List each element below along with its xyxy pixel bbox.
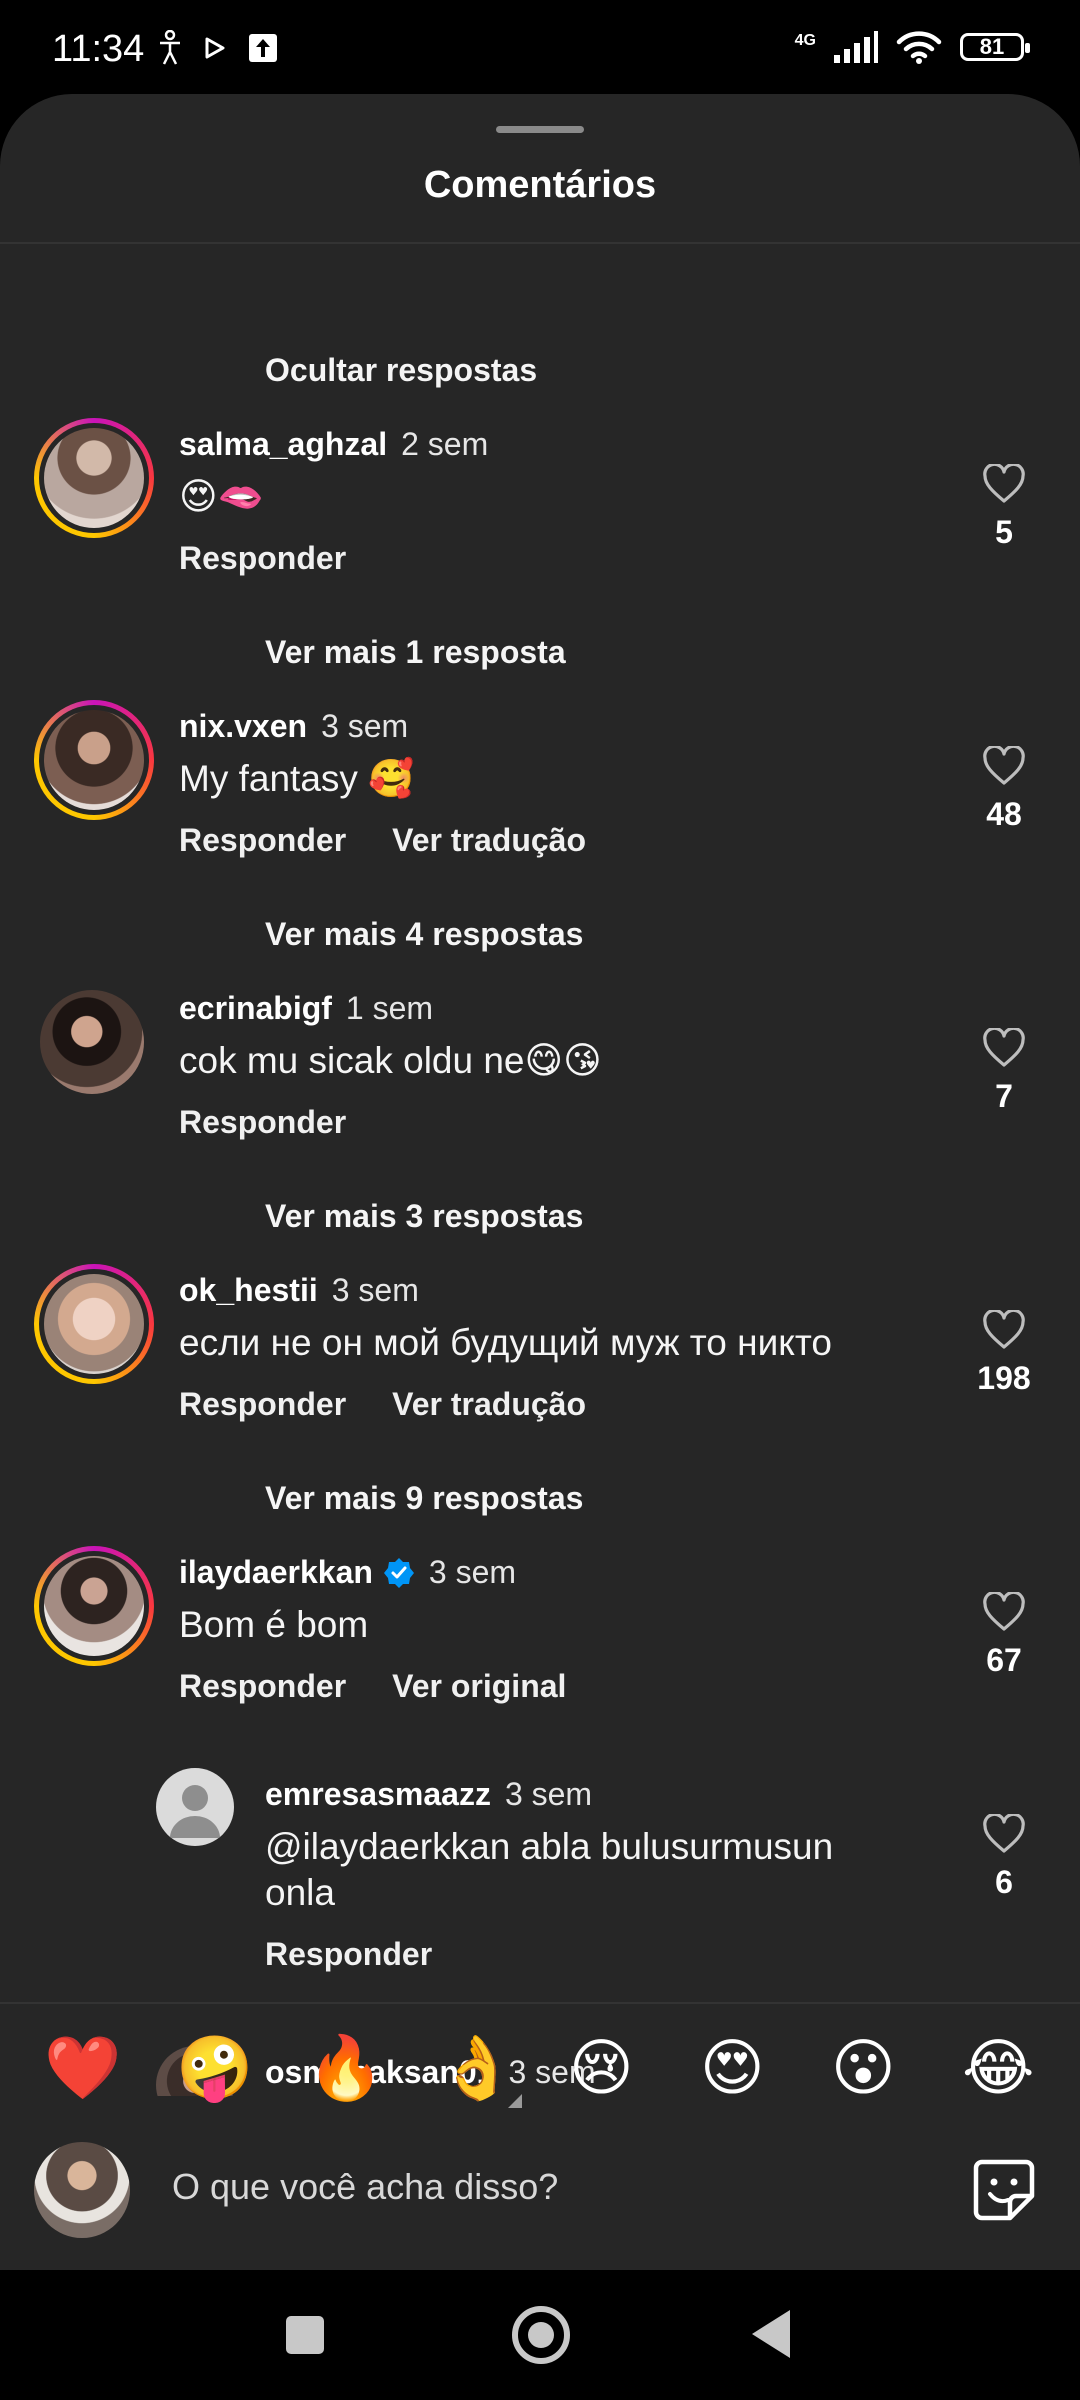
comment-actions: Responder Ver tradução [179,1386,586,1423]
reply-button[interactable]: Responder [179,822,346,859]
default-avatar-icon [170,1785,220,1838]
avatar[interactable] [34,418,154,538]
reaction-fire[interactable]: 🔥 [307,2034,384,2104]
comment-actions: Responder Ver tradução [179,822,586,859]
status-bar: 11:34 4G 81 [0,0,1080,96]
heart-icon [983,1814,1025,1853]
comment-time: 3 sem [504,1776,593,1812]
comment-text: My fantasy 🥰 [179,758,415,799]
sticker-icon[interactable] [972,2158,1036,2222]
reaction-heart-eyes[interactable]: 😍 [700,2034,765,2104]
like-count: 7 [995,1078,1013,1114]
comment-time: 3 sem [428,1554,517,1590]
signal-icon [834,31,878,63]
like-count: 6 [995,1864,1013,1900]
comment-actions: Responder Ver original [179,1668,566,1705]
reply-button[interactable]: Responder [179,1668,346,1705]
like-button[interactable]: 7 [964,1028,1044,1115]
sheet-drag-handle[interactable] [496,126,584,133]
like-count: 198 [977,1360,1031,1396]
verified-badge-icon [383,1558,414,1588]
comment-text: @ilaydaerkkan abla bulusurmusun onla [265,1826,834,1913]
like-button[interactable]: 198 [964,1310,1044,1397]
heart-icon [983,746,1025,785]
see-original-button[interactable]: Ver original [392,1668,566,1705]
view-more-replies-button[interactable]: Ver mais 1 resposta [265,634,566,671]
reaction-zany-face[interactable]: 🤪 [176,2034,253,2104]
network-type: 4G [794,32,816,49]
reply-button[interactable]: Responder [179,540,346,577]
upload-icon [249,34,277,62]
translate-button[interactable]: Ver tradução [392,1386,586,1423]
header-divider [0,242,1080,244]
heart-icon [983,464,1025,503]
sheet-title: Comentários [423,164,657,206]
reaction-open-mouth[interactable]: 😮 [831,2034,896,2104]
heart-icon [983,1310,1025,1349]
wifi-icon [896,31,942,64]
status-time: 11:34 [52,28,145,70]
reaction-ok-hand[interactable]: 👌 [438,2034,515,2104]
status-right-icons: 4G 81 [794,30,1030,64]
comment-actions: Responder [265,1936,432,1973]
comments-list[interactable]: Ocultar respostas salma_aghzal 2 sem 😍🫦 R… [0,246,1080,2096]
comment-text: если не он мой будущий муж то никто [179,1322,832,1363]
avatar[interactable] [34,700,154,820]
comment-text: Bom é bom [179,1604,369,1645]
comment-text: cok mu sicak oldu ne😋😘 [179,1040,602,1081]
reaction-heart[interactable]: ❤️ [44,2034,121,2104]
recents-button[interactable] [286,2316,324,2354]
like-button[interactable]: 6 [964,1814,1044,1901]
like-count: 67 [986,1642,1022,1678]
comment-username[interactable]: ecrinabigf 1 sem [179,990,433,1027]
comment-time: 2 sem [401,426,489,462]
heart-icon [983,1592,1025,1631]
comment-username[interactable]: emresasmaazz 3 sem [265,1776,592,1813]
comment-actions: Responder [179,540,346,577]
reply-button[interactable]: Responder [179,1386,346,1423]
back-button[interactable] [752,2310,790,2358]
like-button[interactable]: 67 [964,1592,1044,1679]
skin-tone-indicator-icon [508,2094,522,2108]
status-left-icons [158,30,278,66]
avatar[interactable] [34,1546,154,1666]
comment-time: 3 sem [321,708,409,744]
current-user-avatar [34,2142,130,2238]
reaction-crying-face[interactable]: 😢 [569,2034,634,2104]
comment-actions: Responder [179,1104,346,1141]
like-count: 5 [995,514,1013,550]
like-button[interactable]: 5 [964,464,1044,551]
comment-username[interactable]: ilaydaerkkan 3 sem [179,1554,516,1591]
translate-button[interactable]: Ver tradução [392,822,586,859]
view-more-replies-button[interactable]: Ver mais 3 respostas [265,1198,583,1235]
like-count: 48 [986,796,1022,832]
view-more-replies-button[interactable]: Ver mais 4 respostas [265,916,583,953]
comment-text: 😍🫦 [179,476,264,517]
quick-reactions-bar: ❤️ 🤪 🔥 👌 😢 😍 😮 😂 [0,2002,1080,2126]
comment-username[interactable]: nix.vxen 3 sem [179,708,408,745]
comment-composer: O que você acha disso? [0,2126,1080,2270]
home-button[interactable] [512,2306,570,2364]
comments-sheet: Comentários Ocultar respostas salma_aghz… [0,94,1080,2270]
reaction-tears-of-joy[interactable]: 😂 [962,2034,1034,2104]
avatar[interactable] [156,1768,234,1846]
comment-time: 3 sem [331,1272,419,1308]
system-navigation-bar [0,2270,1080,2400]
comment-time: 1 sem [345,990,434,1026]
avatar[interactable] [34,1264,154,1384]
heart-icon [983,1028,1025,1067]
view-more-replies-button[interactable]: Ver mais 9 respostas [265,1480,583,1517]
comment-username[interactable]: salma_aghzal 2 sem [179,426,488,463]
battery-indicator: 81 [960,33,1030,61]
accessibility-icon [160,30,180,65]
reply-button[interactable]: Responder [179,1104,346,1141]
comment-username[interactable]: ok_hestii 3 sem [179,1272,419,1309]
like-button[interactable]: 48 [964,746,1044,833]
hide-replies-button[interactable]: Ocultar respostas [265,352,537,389]
comment-input[interactable]: O que você acha disso? [172,2166,558,2208]
reply-button[interactable]: Responder [265,1936,432,1973]
avatar[interactable] [40,990,144,1094]
play-icon [205,37,225,59]
